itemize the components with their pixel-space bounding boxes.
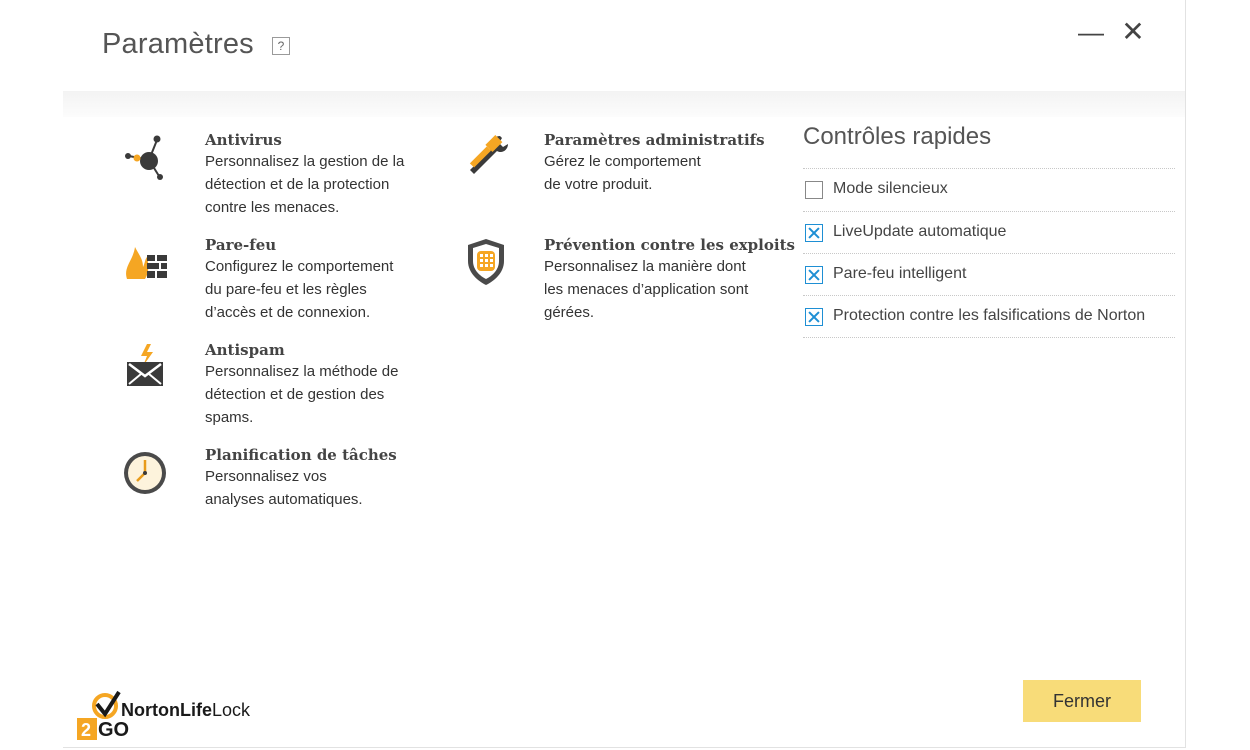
spam-envelope-icon (121, 340, 171, 390)
setting-description: Configurez le comportement du pare-feu e… (205, 258, 394, 321)
setting-description: Personnalisez la gestion de la détection… (205, 153, 405, 216)
setting-title: Planification de tâches (205, 446, 397, 464)
quick-control-label: Protection contre les falsifications de … (833, 307, 1146, 324)
liveupdate-checkbox[interactable] (805, 224, 823, 242)
network-nodes-icon (121, 130, 171, 180)
norton-lifelock-logo: NortonLifeLock 2 GO (77, 690, 251, 741)
page-title: Paramètres (102, 28, 254, 60)
setting-exploit-prevention[interactable]: Prévention contre les exploits Personnal… (468, 235, 804, 324)
close-button[interactable]: Fermer (1023, 680, 1141, 722)
firewall-flame-icon (121, 235, 171, 285)
smart-firewall-checkbox[interactable] (805, 266, 823, 284)
quick-control-label: Pare-feu intelligent (833, 265, 967, 282)
quick-control-label: Mode silencieux (833, 180, 948, 197)
setting-antivirus[interactable]: Antivirus Personnalisez la gestion de la… (125, 130, 465, 219)
setting-title: Pare-feu (205, 236, 277, 254)
svg-text:2: 2 (81, 720, 91, 740)
settings-window: Paramètres ? — ✕ Antivirus Personnalisez… (63, 0, 1186, 748)
quick-controls-title: Contrôles rapides (803, 123, 992, 150)
setting-description: Personnalisez vos analyses automatiques. (205, 468, 363, 508)
setting-title: Prévention contre les exploits (544, 236, 795, 254)
silent-mode-checkbox[interactable] (805, 181, 823, 199)
setting-description: Gérez le comportement de votre produit. (544, 153, 701, 193)
quick-control-label: LiveUpdate automatique (833, 223, 1007, 240)
clock-icon (121, 445, 171, 495)
setting-administrative[interactable]: Paramètres administratifs Gérez le compo… (469, 130, 804, 196)
quick-control-liveupdate[interactable]: LiveUpdate automatique (803, 211, 1175, 254)
close-window-button[interactable]: ✕ (1119, 18, 1147, 46)
setting-title: Paramètres administratifs (544, 131, 765, 149)
svg-text:GO: GO (98, 719, 129, 741)
setting-title: Antivirus (205, 131, 282, 149)
tamper-protection-checkbox[interactable] (805, 308, 823, 326)
setting-description: Personnalisez la méthode de détection et… (205, 363, 399, 426)
tools-icon (462, 130, 512, 180)
svg-text:NortonLifeLock: NortonLifeLock (121, 700, 251, 720)
minimize-button[interactable]: — (1077, 18, 1105, 46)
shield-grid-icon (462, 235, 512, 285)
help-icon[interactable]: ? (272, 37, 290, 55)
quick-control-smart-firewall[interactable]: Pare-feu intelligent (803, 253, 1175, 296)
setting-description: Personnalisez la manière dont les menace… (544, 258, 749, 321)
setting-title: Antispam (205, 341, 285, 359)
setting-antispam[interactable]: Antispam Personnalisez la méthode de dét… (127, 340, 465, 429)
setting-task-scheduling[interactable]: Planification de tâches Personnalisez vo… (124, 445, 465, 511)
setting-firewall[interactable]: Pare-feu Configurez le comportement du p… (126, 235, 465, 324)
header-divider-band (63, 91, 1185, 117)
quick-control-tamper-protection[interactable]: Protection contre les falsifications de … (803, 295, 1175, 338)
quick-control-silent-mode[interactable]: Mode silencieux (803, 168, 1175, 211)
